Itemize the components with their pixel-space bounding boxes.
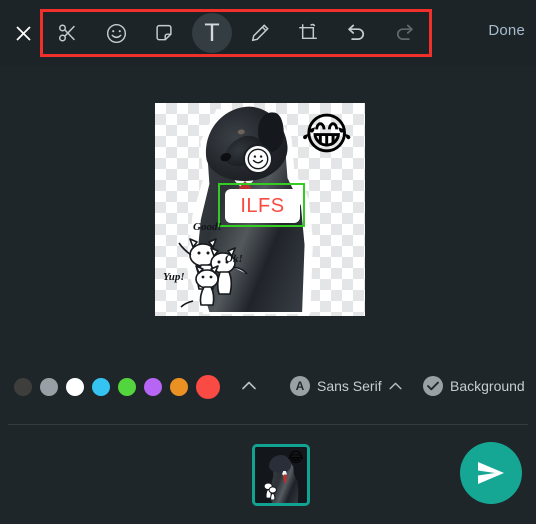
bottom-divider <box>8 424 528 425</box>
cartoon-dogs-icon <box>178 238 248 308</box>
doodle-word-ok: Ok! <box>225 253 243 265</box>
color-swatch-dark-gray[interactable] <box>14 378 32 396</box>
image-canvas[interactable]: 😂 ILFS Good! Ok! Yup! <box>155 103 365 316</box>
top-toolbar: T Done <box>0 0 536 66</box>
tool-pencil[interactable] <box>240 13 280 53</box>
scissors-icon <box>59 24 75 42</box>
text-overlay-background: ILFS <box>225 189 300 223</box>
done-button[interactable]: Done <box>488 22 525 39</box>
editor-option-bar: A Sans Serif Background <box>0 364 536 410</box>
image-editor-screen: T Done 😂 ILFS Good! Ok! Yup! A Sans Seri… <box>0 0 536 524</box>
thumbnail-doodle-icon <box>263 482 277 500</box>
color-swatch-cyan[interactable] <box>92 378 110 396</box>
font-selector[interactable]: A Sans Serif <box>290 374 402 398</box>
dog-eye <box>237 129 245 135</box>
emoji-sticker-joy[interactable]: 😂 <box>301 113 352 157</box>
color-swatch-white[interactable] <box>66 378 84 396</box>
font-letter-icon: A <box>290 376 310 396</box>
pencil-icon <box>251 24 269 42</box>
font-chevron-button[interactable] <box>389 382 402 390</box>
font-name-label: Sans Serif <box>317 378 382 394</box>
tool-row: T <box>44 12 428 54</box>
crop-icon <box>299 23 317 40</box>
dog-doodle-sticker[interactable]: Good! Ok! Yup! <box>163 221 255 309</box>
text-overlay-value: ILFS <box>240 194 285 217</box>
color-swatch-green[interactable] <box>118 378 136 396</box>
smiley-face-icon <box>247 148 269 170</box>
smiley-sticker[interactable] <box>243 144 273 174</box>
chevron-up-icon <box>389 382 402 390</box>
thumbnail-image: 😂 <box>255 447 307 503</box>
tool-text-label: T <box>204 18 220 47</box>
tool-emoji[interactable] <box>96 13 136 53</box>
doodle-word-good: Good! <box>193 221 222 233</box>
close-icon <box>15 25 31 41</box>
chevron-up-icon <box>242 381 256 389</box>
attachment-thumbnail[interactable]: 😂 <box>252 444 310 506</box>
check-icon <box>427 381 439 391</box>
tool-redo[interactable] <box>384 13 424 53</box>
tool-undo[interactable] <box>336 13 376 53</box>
send-button[interactable] <box>460 442 522 504</box>
check-circle-icon <box>423 376 443 396</box>
expand-colors-button[interactable] <box>240 378 258 392</box>
color-swatch-orange[interactable] <box>170 378 188 396</box>
undo-icon <box>347 24 364 40</box>
background-toggle[interactable]: Background <box>423 374 525 398</box>
emoji-icon <box>106 23 126 43</box>
tool-sticker[interactable] <box>144 13 184 53</box>
color-swatch-gray[interactable] <box>40 378 58 396</box>
background-toggle-label: Background <box>450 378 525 394</box>
sticker-icon <box>156 24 172 41</box>
close-button[interactable] <box>8 18 38 48</box>
tool-scissors[interactable] <box>48 13 88 53</box>
doodle-word-yup: Yup! <box>163 271 185 283</box>
editor-stage: 😂 ILFS Good! Ok! Yup! <box>0 66 536 356</box>
color-swatch-list <box>14 372 220 402</box>
tool-crop[interactable] <box>288 13 328 53</box>
send-icon <box>478 462 504 484</box>
color-swatch-red[interactable] <box>196 375 220 399</box>
thumbnail-emoji: 😂 <box>287 450 304 466</box>
tool-text[interactable]: T <box>192 13 232 53</box>
color-swatch-purple[interactable] <box>144 378 162 396</box>
redo-icon <box>396 24 413 40</box>
bottom-bar: 😂 <box>0 426 536 524</box>
